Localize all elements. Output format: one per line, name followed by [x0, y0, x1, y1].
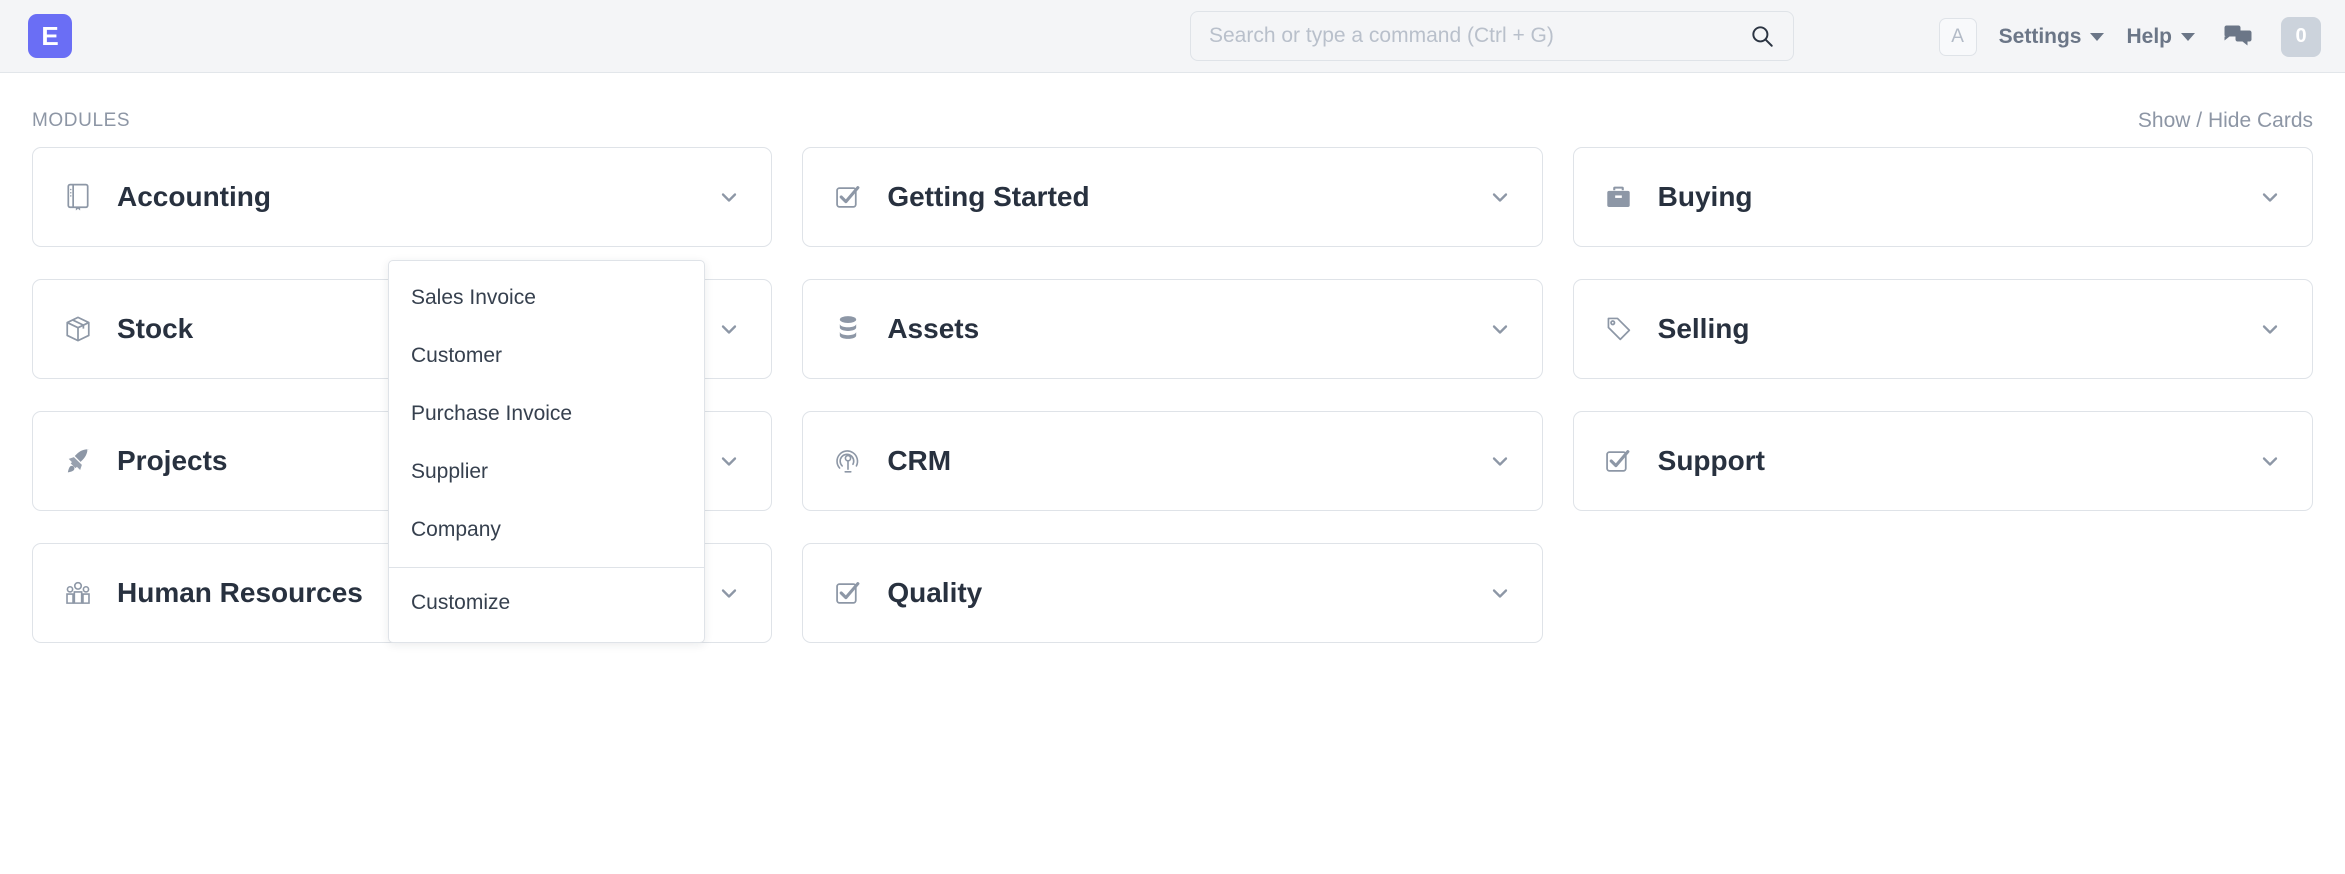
module-card-quality[interactable]: Quality: [802, 543, 1543, 643]
rocket-icon: [63, 446, 93, 476]
app-logo-letter: E: [41, 21, 59, 51]
dropdown-item-supplier[interactable]: Supplier: [389, 443, 704, 501]
help-menu[interactable]: Help: [2126, 25, 2195, 49]
dropdown-item-customize[interactable]: Customize: [389, 574, 704, 632]
dropdown-divider: [389, 567, 704, 568]
avatar-letter: A: [1951, 25, 1964, 47]
navbar-right-group: A Settings Help 0: [1938, 0, 2321, 73]
chevron-down-icon[interactable]: [717, 449, 741, 473]
module-card-label: Getting Started: [887, 181, 1090, 212]
chevron-down-icon[interactable]: [1488, 317, 1512, 341]
module-card-label: Support: [1657, 445, 1765, 476]
dropdown-item-purchase-invoice[interactable]: Purchase Invoice: [389, 385, 704, 443]
search-box[interactable]: [1190, 11, 1794, 61]
chevron-down-icon[interactable]: [2258, 317, 2282, 341]
module-card-crm[interactable]: CRM: [802, 411, 1543, 511]
module-card-label: Assets: [887, 313, 980, 344]
book-icon: [63, 182, 93, 212]
chevron-down-icon: [2181, 32, 2195, 41]
dropdown-item-customer[interactable]: Customer: [389, 327, 704, 385]
avatar[interactable]: A: [1938, 17, 1977, 56]
tag-icon: [1604, 314, 1634, 344]
modules-section-header: MODULES Show / Hide Cards: [32, 73, 2313, 135]
module-card-label: Quality: [887, 577, 983, 608]
dropdown-item-sales-invoice[interactable]: Sales Invoice: [389, 269, 704, 327]
chevron-down-icon[interactable]: [1488, 185, 1512, 209]
show-hide-cards-link[interactable]: Show / Hide Cards: [2138, 109, 2313, 133]
briefcase-icon: [1604, 182, 1634, 212]
chevron-down-icon[interactable]: [717, 317, 741, 341]
chevron-down-icon[interactable]: [2258, 185, 2282, 209]
checkbox-icon: [833, 182, 863, 212]
chevron-down-icon[interactable]: [1488, 449, 1512, 473]
page-title: MODULES: [32, 110, 131, 131]
chevron-down-icon[interactable]: [717, 581, 741, 605]
module-card-label: Selling: [1657, 313, 1750, 344]
search-icon[interactable]: [1749, 23, 1775, 49]
page-body: MODULES Show / Hide Cards Accounting Get…: [0, 73, 2345, 643]
search-container: [1190, 11, 1794, 61]
chevron-down-icon[interactable]: [717, 185, 741, 209]
checkbox-icon: [1604, 446, 1634, 476]
chevron-down-icon[interactable]: [1488, 581, 1512, 605]
chevron-down-icon: [2090, 32, 2105, 41]
module-card-buying[interactable]: Buying: [1572, 147, 2313, 247]
module-card-assets[interactable]: Assets: [802, 279, 1543, 379]
module-card-label: Buying: [1657, 181, 1753, 212]
settings-label: Settings: [1998, 24, 2082, 48]
module-card-label: CRM: [887, 445, 952, 476]
settings-menu[interactable]: Settings: [1999, 25, 2105, 49]
search-input[interactable]: [1209, 24, 1749, 48]
box-icon: [63, 314, 93, 344]
module-card-label: Accounting: [117, 181, 271, 212]
module-card-getting-started[interactable]: Getting Started: [802, 147, 1543, 247]
chat-bubbles-icon[interactable]: [2223, 24, 2253, 50]
accounting-dropdown-menu: Sales Invoice Customer Purchase Invoice …: [388, 260, 705, 643]
database-icon: [833, 314, 863, 344]
help-label: Help: [2126, 24, 2172, 48]
module-card-selling[interactable]: Selling: [1572, 279, 2313, 379]
notification-count: 0: [2295, 25, 2307, 47]
chevron-down-icon[interactable]: [2258, 449, 2282, 473]
app-logo[interactable]: E: [28, 14, 72, 58]
people-icon: [63, 578, 93, 608]
checkbox-icon: [833, 578, 863, 608]
notification-badge[interactable]: 0: [2281, 16, 2321, 57]
module-card-support[interactable]: Support: [1572, 411, 2313, 511]
modules-grid: Accounting Getting Started Buying Stock …: [32, 147, 2313, 643]
crm-target-icon: [833, 446, 863, 476]
top-navbar: E A Settings Help: [0, 0, 2345, 73]
dropdown-item-company[interactable]: Company: [389, 501, 704, 559]
module-card-accounting[interactable]: Accounting: [32, 147, 773, 247]
